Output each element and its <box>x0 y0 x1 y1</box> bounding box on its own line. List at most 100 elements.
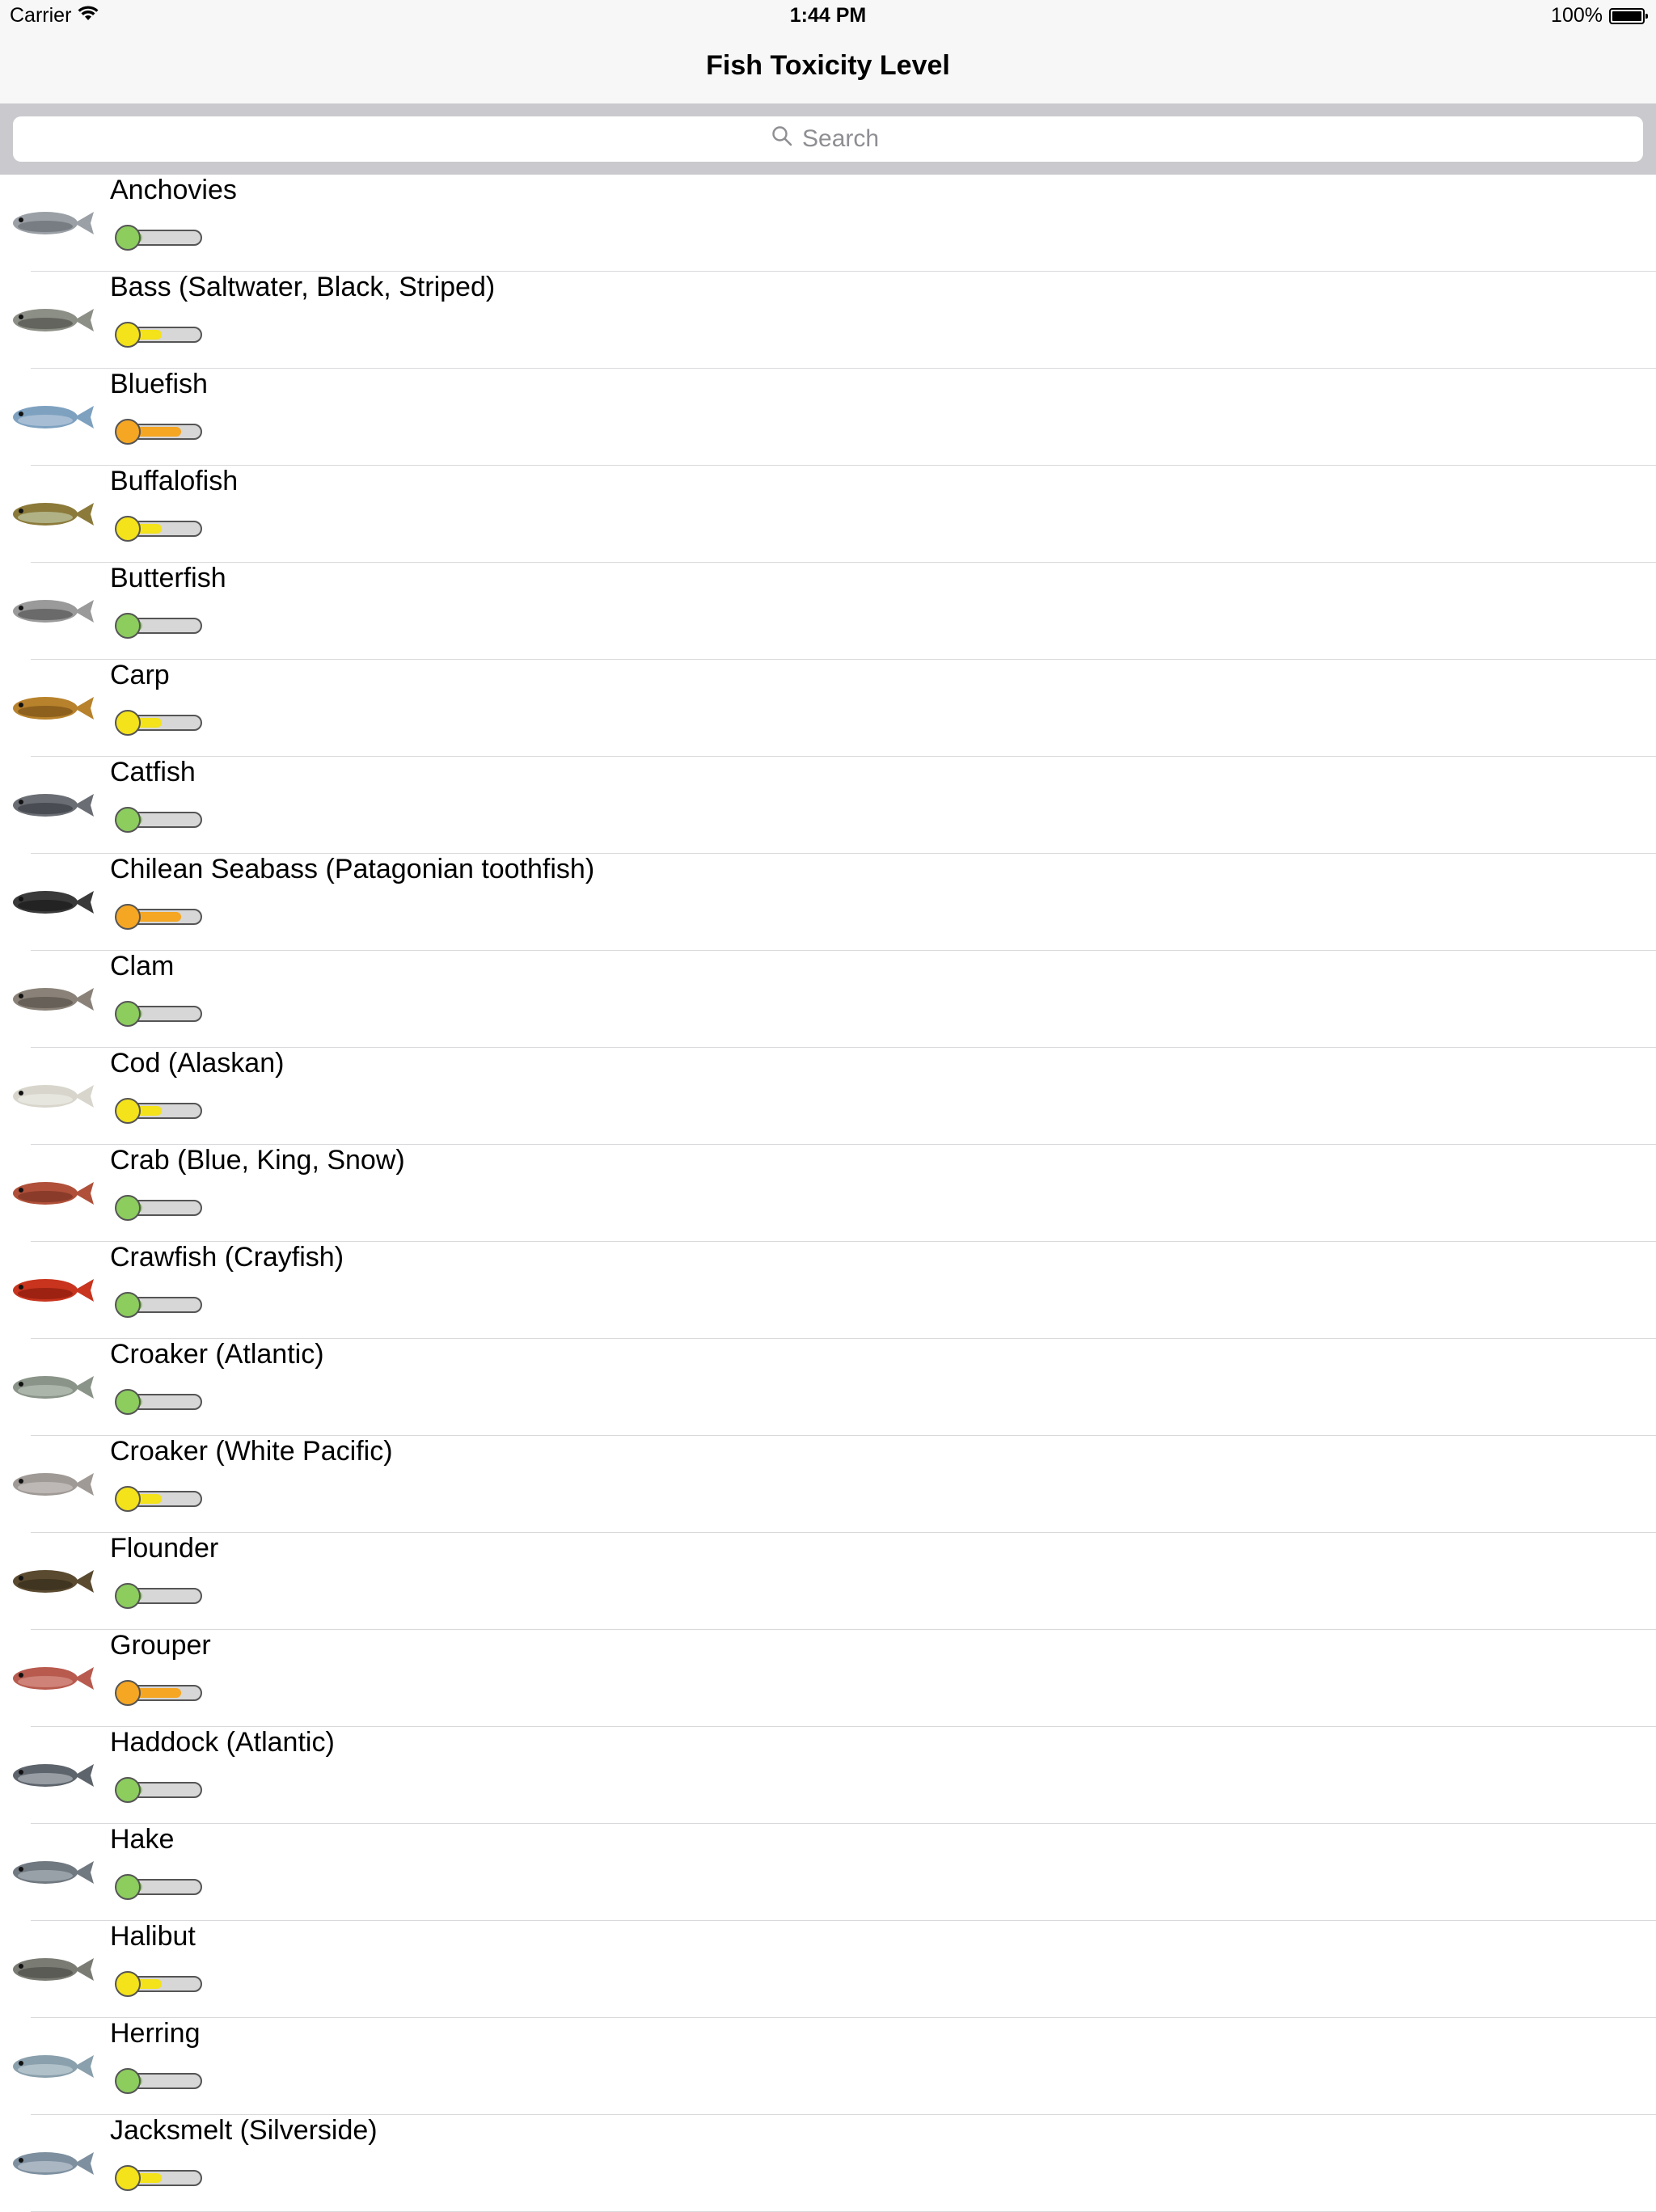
toxicity-gauge-bulb <box>115 710 141 736</box>
fish-name: Cod (Alaskan) <box>110 1048 285 1079</box>
toxicity-gauge-bulb <box>115 1486 141 1512</box>
fish-name: Anchovies <box>110 175 237 205</box>
toxicity-gauge <box>115 904 202 930</box>
fish-name: Catfish <box>110 757 196 787</box>
status-bar: Carrier 1:44 PM 100% <box>0 0 1656 32</box>
toxicity-gauge <box>115 1001 202 1027</box>
toxicity-gauge-bulb <box>115 1680 141 1706</box>
toxicity-gauge-bulb <box>115 1001 141 1027</box>
toxicity-gauge <box>115 225 202 251</box>
list-item[interactable]: Cod (Alaskan) <box>0 1048 1656 1145</box>
list-item[interactable]: Butterfish <box>0 563 1656 660</box>
toxicity-gauge-bulb <box>115 1971 141 1997</box>
toxicity-gauge-bulb <box>115 1098 141 1124</box>
list-item[interactable]: Haddock (Atlantic) <box>0 1727 1656 1824</box>
fish-thumbnail <box>0 773 97 838</box>
toxicity-gauge <box>115 1680 202 1706</box>
toxicity-gauge <box>115 1389 202 1415</box>
fish-thumbnail <box>0 2131 97 2196</box>
list-item[interactable]: Carp <box>0 660 1656 757</box>
list-item[interactable]: Jacksmelt (Silverside) <box>0 2115 1656 2212</box>
fish-thumbnail <box>0 1937 97 2002</box>
search-icon <box>771 125 792 153</box>
toxicity-gauge <box>115 2165 202 2191</box>
list-item[interactable]: Crab (Blue, King, Snow) <box>0 1145 1656 1242</box>
fish-name: Bluefish <box>110 369 208 399</box>
search-field[interactable] <box>13 116 1643 162</box>
fish-name: Hake <box>110 1824 175 1855</box>
fish-thumbnail <box>0 1161 97 1226</box>
toxicity-gauge-bulb <box>115 807 141 833</box>
fish-thumbnail <box>0 1743 97 1808</box>
toxicity-gauge <box>115 322 202 348</box>
fish-thumbnail <box>0 967 97 1032</box>
fish-thumbnail <box>0 1646 97 1711</box>
toxicity-gauge-bulb <box>115 904 141 930</box>
list-item[interactable]: Grouper <box>0 1630 1656 1727</box>
fish-name: Flounder <box>110 1533 219 1564</box>
fish-name: Herring <box>110 2018 201 2049</box>
list-item[interactable]: Halibut <box>0 1921 1656 2018</box>
fish-name: Clam <box>110 951 175 981</box>
toxicity-gauge-bulb <box>115 322 141 348</box>
search-input[interactable] <box>801 125 885 154</box>
list-item[interactable]: Buffalofish <box>0 466 1656 563</box>
navigation-bar: Fish Toxicity Level <box>0 32 1656 103</box>
fish-name: Halibut <box>110 1921 196 1952</box>
toxicity-gauge <box>115 1874 202 1900</box>
search-bar <box>0 103 1656 175</box>
fish-thumbnail <box>0 676 97 741</box>
fish-thumbnail <box>0 1355 97 1420</box>
fish-name: Crab (Blue, King, Snow) <box>110 1145 405 1176</box>
toxicity-gauge <box>115 2068 202 2094</box>
list-item[interactable]: Croaker (White Pacific) <box>0 1436 1656 1533</box>
list-item[interactable]: Chilean Seabass (Patagonian toothfish) <box>0 854 1656 951</box>
list-item[interactable]: Hake <box>0 1824 1656 1921</box>
toxicity-gauge <box>115 1777 202 1803</box>
toxicity-gauge-bulb <box>115 1195 141 1221</box>
toxicity-gauge <box>115 516 202 542</box>
list-item[interactable]: Bass (Saltwater, Black, Striped) <box>0 272 1656 369</box>
toxicity-gauge-bulb <box>115 2068 141 2094</box>
fish-thumbnail <box>0 1258 97 1323</box>
page-title: Fish Toxicity Level <box>706 50 950 81</box>
list-item[interactable]: Clam <box>0 951 1656 1048</box>
fish-name: Croaker (White Pacific) <box>110 1436 393 1467</box>
fish-name: Buffalofish <box>110 466 239 496</box>
fish-name: Haddock (Atlantic) <box>110 1727 335 1758</box>
list-item[interactable]: Flounder <box>0 1533 1656 1630</box>
fish-thumbnail <box>0 288 97 352</box>
toxicity-gauge-bulb <box>115 516 141 542</box>
fish-thumbnail <box>0 2034 97 2099</box>
list-item[interactable]: Croaker (Atlantic) <box>0 1339 1656 1436</box>
fish-name: Chilean Seabass (Patagonian toothfish) <box>110 854 595 884</box>
toxicity-gauge-bulb <box>115 2165 141 2191</box>
toxicity-gauge <box>115 710 202 736</box>
fish-thumbnail <box>0 1064 97 1129</box>
status-time: 1:44 PM <box>789 4 867 27</box>
fish-thumbnail <box>0 482 97 547</box>
list-item[interactable]: Catfish <box>0 757 1656 854</box>
fish-thumbnail <box>0 870 97 935</box>
toxicity-gauge <box>115 1583 202 1609</box>
toxicity-gauge <box>115 419 202 445</box>
battery-icon <box>1609 7 1648 24</box>
toxicity-gauge <box>115 613 202 639</box>
fish-thumbnail <box>0 191 97 255</box>
list-item[interactable]: Crawfish (Crayfish) <box>0 1242 1656 1339</box>
battery-percent: 100% <box>1551 4 1603 27</box>
toxicity-gauge <box>115 1098 202 1124</box>
list-item[interactable]: Anchovies <box>0 175 1656 272</box>
fish-thumbnail <box>0 1549 97 1614</box>
list-item[interactable]: Herring <box>0 2018 1656 2115</box>
list-item[interactable]: Bluefish <box>0 369 1656 466</box>
fish-thumbnail <box>0 579 97 644</box>
fish-name: Butterfish <box>110 563 226 593</box>
fish-name: Carp <box>110 660 170 690</box>
toxicity-gauge <box>115 1971 202 1997</box>
toxicity-gauge-bulb <box>115 1583 141 1609</box>
toxicity-gauge <box>115 1195 202 1221</box>
fish-name: Grouper <box>110 1630 211 1661</box>
toxicity-gauge-bulb <box>115 1874 141 1900</box>
toxicity-gauge <box>115 1292 202 1318</box>
